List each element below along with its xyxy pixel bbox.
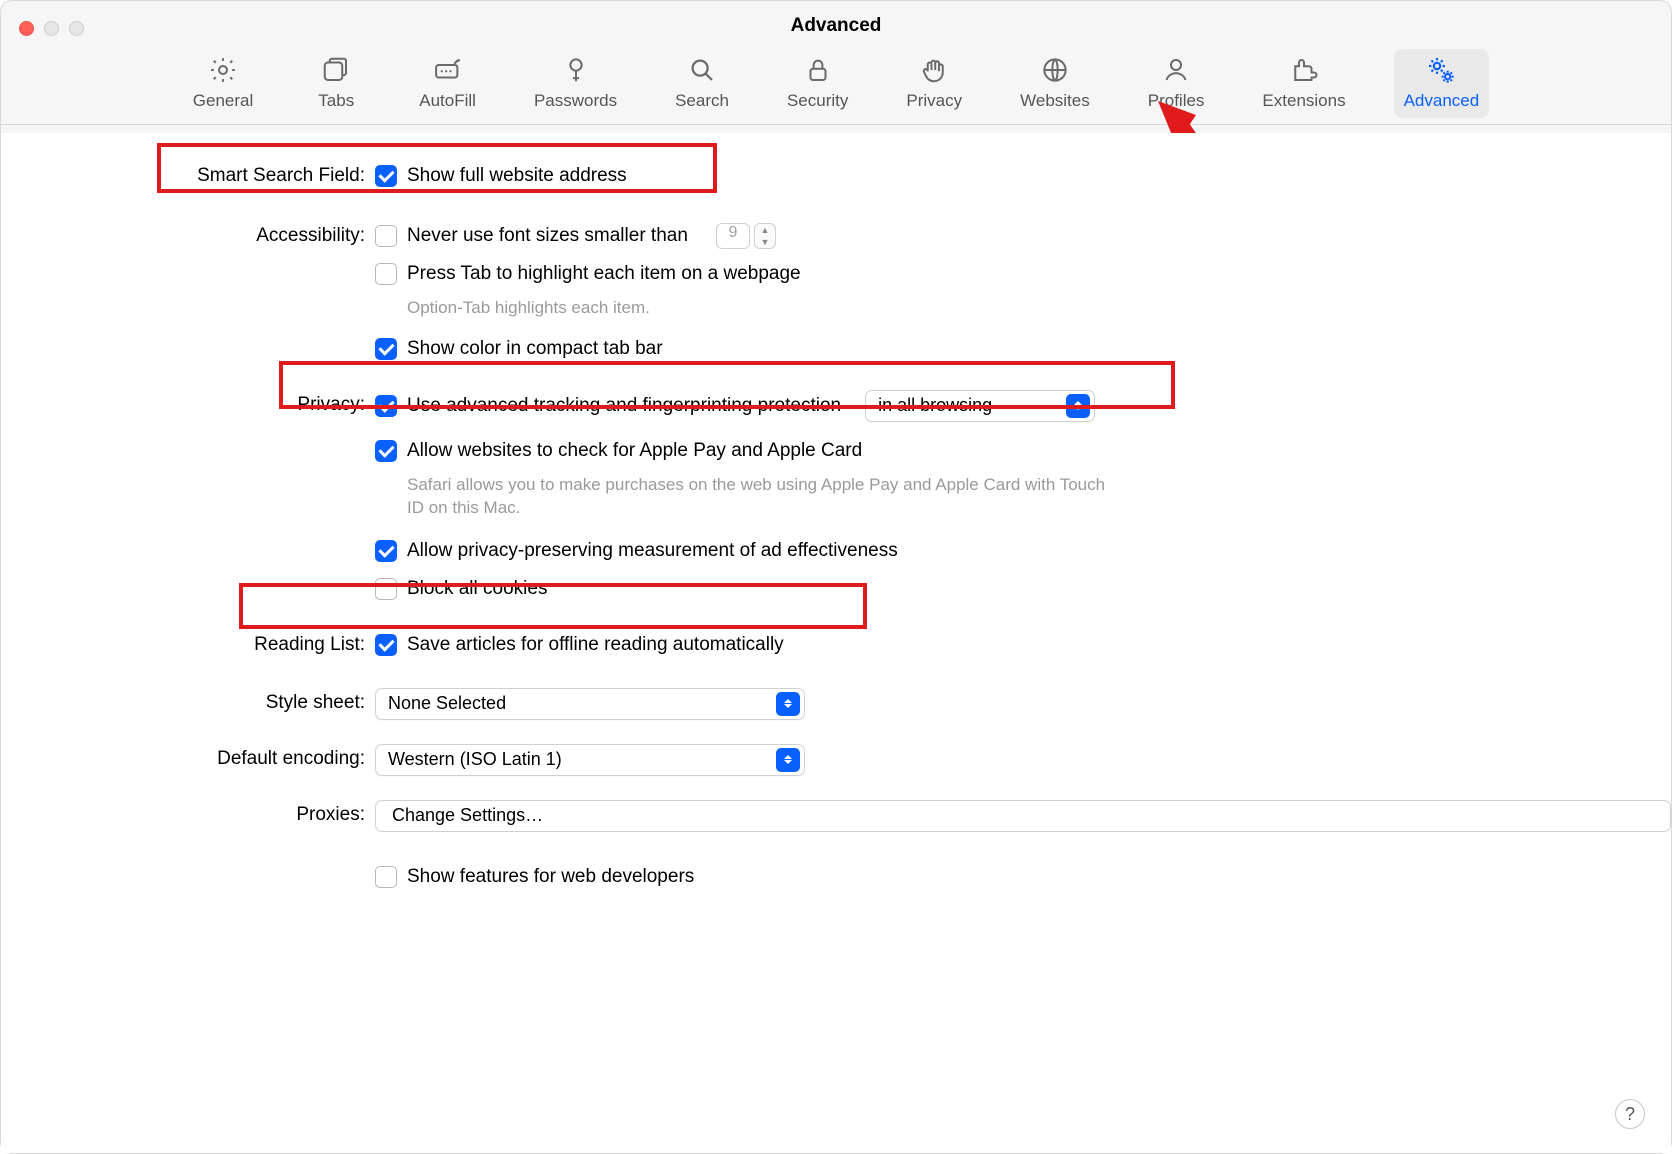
- checkbox-adv-tracking[interactable]: [375, 395, 397, 417]
- tab-label: Advanced: [1404, 91, 1480, 111]
- tab-label: General: [193, 91, 253, 111]
- tab-passwords[interactable]: Passwords: [524, 49, 627, 118]
- label-proxies: Proxies:: [1, 800, 375, 826]
- gears-icon: [1424, 53, 1458, 87]
- checkbox-label: Allow websites to check for Apple Pay an…: [407, 440, 862, 462]
- checkbox-label: Save articles for offline reading automa…: [407, 634, 784, 656]
- label-reading-list: Reading List:: [1, 630, 375, 656]
- autofill-icon: [431, 53, 465, 87]
- tab-security[interactable]: Security: [777, 49, 858, 118]
- checkbox-block-cookies[interactable]: [375, 578, 397, 600]
- checkbox-label: Show features for web developers: [407, 866, 694, 888]
- window-title: Advanced: [1, 15, 1671, 37]
- key-icon: [559, 53, 593, 87]
- label-default-encoding: Default encoding:: [1, 744, 375, 770]
- search-icon: [685, 53, 719, 87]
- person-icon: [1159, 53, 1193, 87]
- label-privacy: Privacy:: [1, 390, 375, 416]
- hand-icon: [917, 53, 951, 87]
- tab-label: AutoFill: [419, 91, 476, 111]
- lock-icon: [801, 53, 835, 87]
- preferences-toolbar: General Tabs AutoFill Passwords Search: [1, 49, 1671, 125]
- chevron-updown-icon: [776, 748, 800, 772]
- checkbox-label: Show full website address: [407, 165, 627, 187]
- popup-value: Western (ISO Latin 1): [388, 749, 562, 770]
- popup-value: None Selected: [388, 693, 506, 714]
- checkbox-dev-features[interactable]: [375, 866, 397, 888]
- checkbox-ad-measure[interactable]: [375, 540, 397, 562]
- preferences-window: Advanced General Tabs AutoFill Passwords: [0, 0, 1672, 1154]
- tab-label: Websites: [1020, 91, 1090, 111]
- tab-search[interactable]: Search: [665, 49, 739, 118]
- checkbox-save-offline[interactable]: [375, 634, 397, 656]
- tab-advanced[interactable]: Advanced: [1394, 49, 1490, 118]
- min-font-stepper[interactable]: ▲▼: [754, 223, 776, 249]
- popup-tracking-mode[interactable]: in all browsing: [865, 390, 1095, 422]
- tab-label: Tabs: [318, 91, 354, 111]
- globe-icon: [1038, 53, 1072, 87]
- checkbox-apple-pay[interactable]: [375, 440, 397, 462]
- checkbox-label: Press Tab to highlight each item on a we…: [407, 263, 801, 285]
- content-area: Smart Search Field: Show full website ad…: [1, 133, 1671, 1153]
- help-text-press-tab: Option-Tab highlights each item.: [375, 297, 1125, 320]
- tab-label: Profiles: [1148, 91, 1205, 111]
- tab-general[interactable]: General: [183, 49, 263, 118]
- checkbox-show-full-address[interactable]: [375, 165, 397, 187]
- label-smart-search: Smart Search Field:: [1, 161, 375, 187]
- checkbox-label: Allow privacy-preserving measurement of …: [407, 540, 898, 562]
- tab-websites[interactable]: Websites: [1010, 49, 1100, 118]
- checkbox-label: Show color in compact tab bar: [407, 338, 663, 360]
- tab-profiles[interactable]: Profiles: [1138, 49, 1215, 118]
- popup-value: in all browsing: [878, 395, 992, 416]
- checkbox-label: Block all cookies: [407, 578, 547, 600]
- tab-label: Security: [787, 91, 848, 111]
- checkbox-label: Never use font sizes smaller than: [407, 225, 688, 247]
- popup-default-encoding[interactable]: Western (ISO Latin 1): [375, 744, 805, 776]
- tab-tabs[interactable]: Tabs: [301, 49, 371, 118]
- checkbox-press-tab[interactable]: [375, 263, 397, 285]
- tab-extensions[interactable]: Extensions: [1252, 49, 1355, 118]
- checkbox-label: Use advanced tracking and fingerprinting…: [407, 395, 841, 417]
- tabs-icon: [319, 53, 353, 87]
- button-change-settings[interactable]: Change Settings…: [375, 800, 1671, 832]
- help-text-apple-pay: Safari allows you to make purchases on t…: [375, 474, 1125, 520]
- help-button[interactable]: ?: [1615, 1099, 1645, 1129]
- tab-label: Extensions: [1262, 91, 1345, 111]
- min-font-value[interactable]: 9: [716, 223, 750, 249]
- tab-label: Search: [675, 91, 729, 111]
- tab-autofill[interactable]: AutoFill: [409, 49, 486, 118]
- label-accessibility: Accessibility:: [1, 221, 375, 247]
- chevron-updown-icon: [1066, 394, 1090, 418]
- puzzle-icon: [1287, 53, 1321, 87]
- gear-icon: [206, 53, 240, 87]
- checkbox-min-font[interactable]: [375, 225, 397, 247]
- label-style-sheet: Style sheet:: [1, 688, 375, 714]
- tab-privacy[interactable]: Privacy: [896, 49, 972, 118]
- tab-label: Passwords: [534, 91, 617, 111]
- popup-style-sheet[interactable]: None Selected: [375, 688, 805, 720]
- checkbox-compact-color[interactable]: [375, 338, 397, 360]
- tab-label: Privacy: [906, 91, 962, 111]
- chevron-updown-icon: [776, 692, 800, 716]
